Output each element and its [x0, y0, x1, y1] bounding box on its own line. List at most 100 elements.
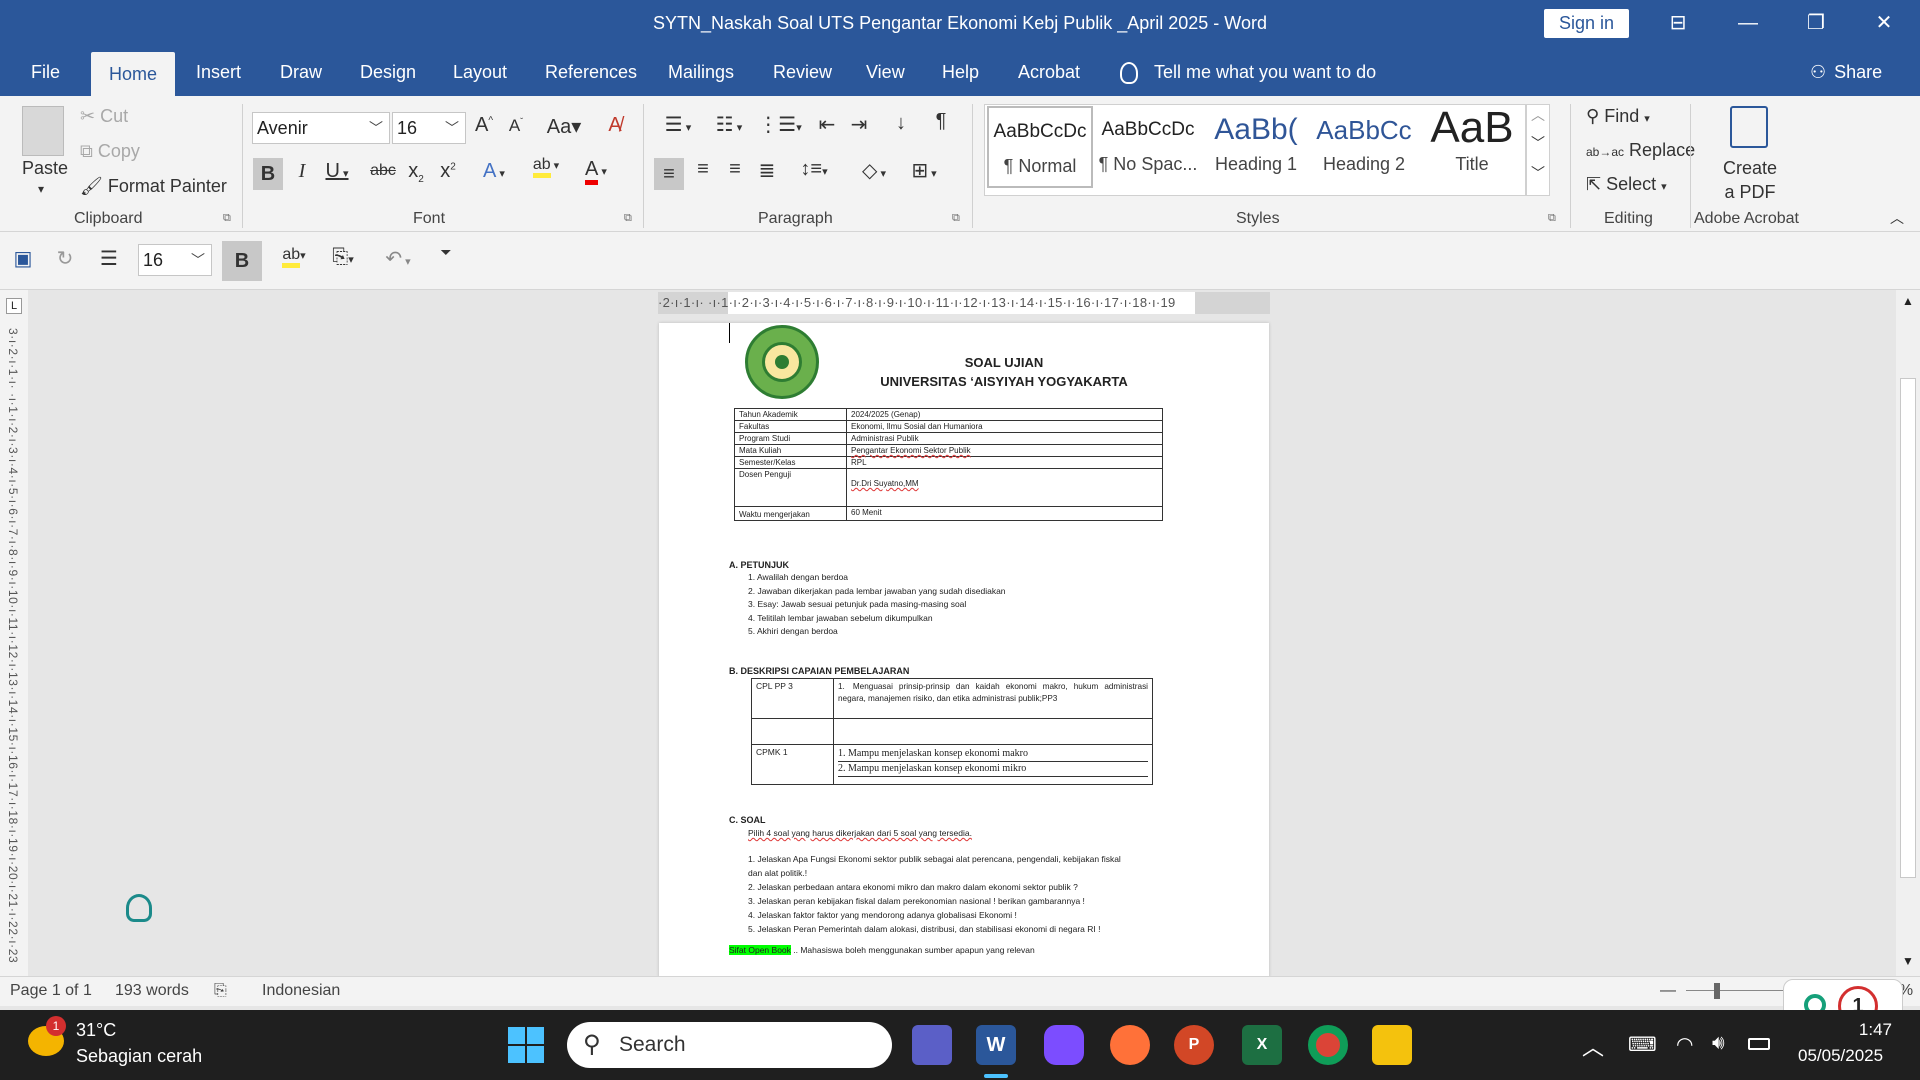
scroll-down-icon[interactable]: ▼	[1902, 954, 1914, 968]
excel-icon[interactable]: X	[1242, 1025, 1282, 1065]
find-button[interactable]: ⚲ Find ▾	[1586, 106, 1650, 127]
select-button[interactable]: ⇱ Select ▾	[1586, 174, 1667, 195]
font-launcher-icon[interactable]: ⧉	[624, 212, 632, 225]
teams-icon[interactable]	[912, 1025, 952, 1065]
format-painter-button[interactable]: 🖌 Format Painter	[80, 176, 227, 197]
shading-icon[interactable]: ◇ ▾	[852, 158, 896, 183]
tab-layout[interactable]: Layout	[453, 48, 507, 96]
firefox-icon[interactable]	[1110, 1025, 1150, 1065]
clipboard-launcher-icon[interactable]: ⧉	[223, 212, 231, 225]
create-pdf-icon[interactable]	[1730, 106, 1768, 148]
copilot-icon[interactable]	[1044, 1025, 1084, 1065]
style-heading-1[interactable]: AaBb(Heading 1	[1203, 106, 1309, 188]
clock-date[interactable]: 05/05/2025	[1798, 1046, 1883, 1066]
qat-bold-button[interactable]: B	[222, 241, 262, 281]
style-title[interactable]: AaB Title	[1419, 106, 1525, 188]
chevron-up-icon[interactable]: ︿	[1582, 1030, 1604, 1062]
align-right-button[interactable]: ≡	[722, 158, 748, 181]
powerpoint-icon[interactable]: P	[1174, 1025, 1214, 1065]
grow-font-icon[interactable]: A^	[472, 114, 496, 137]
windows-start-icon[interactable]	[508, 1027, 544, 1063]
shrink-font-icon[interactable]: Aˇ	[504, 116, 528, 136]
tab-insert[interactable]: Insert	[196, 48, 241, 96]
italic-button[interactable]: I	[290, 160, 314, 183]
tab-review[interactable]: Review	[773, 48, 832, 96]
tab-references[interactable]: References	[545, 48, 637, 96]
bullets-icon[interactable]: ☰ ▾	[656, 112, 700, 137]
change-case-icon[interactable]: Aa▾	[544, 114, 584, 139]
paste-dropdown-icon[interactable]: ▾	[38, 182, 44, 196]
style-normal[interactable]: AaBbCcDc ¶ Normal	[987, 106, 1093, 188]
replace-button[interactable]: ab→ac Replace	[1586, 140, 1695, 161]
style-no-spacing[interactable]: AaBbCcDc ¶ No Spac...	[1095, 106, 1201, 188]
proofing-icon[interactable]: ⎘	[214, 982, 227, 1000]
strikethrough-button[interactable]: abc	[368, 162, 398, 180]
paste-icon[interactable]	[22, 106, 64, 156]
wifi-icon[interactable]: ◠	[1676, 1032, 1693, 1057]
chevron-down-icon[interactable]: ﹀	[1531, 133, 1545, 153]
weather-desc[interactable]: Sebagian cerah	[76, 1046, 202, 1067]
zoom-out-icon[interactable]: —	[1660, 982, 1676, 1000]
align-left-button[interactable]: ≡	[654, 158, 684, 190]
battery-icon[interactable]	[1748, 1038, 1770, 1050]
style-heading-2[interactable]: AaBbCc Heading 2	[1311, 106, 1417, 188]
tab-selector-icon[interactable]: L	[6, 298, 22, 314]
sort-icon[interactable]: ↓	[888, 112, 914, 135]
tab-help[interactable]: Help	[942, 48, 979, 96]
line-spacing-icon[interactable]: ↕≡▾	[792, 158, 836, 181]
save-icon[interactable]: ▣	[12, 246, 34, 271]
subscript-button[interactable]: x2	[404, 160, 428, 185]
increase-indent-icon[interactable]: ⇥	[846, 112, 872, 137]
bold-button[interactable]: B	[253, 158, 283, 190]
document-page[interactable]: SOAL UJIAN UNIVERSITAS ‘AISYIYAH YOGYAKA…	[659, 323, 1269, 978]
multilevel-list-icon[interactable]: ⋮☰▾	[758, 112, 802, 137]
tab-acrobat[interactable]: Acrobat	[1018, 48, 1080, 96]
font-color-icon[interactable]: A ▾	[576, 158, 616, 185]
zoom-slider[interactable]	[1686, 990, 1786, 991]
clock-time[interactable]: 1:47	[1830, 1020, 1892, 1040]
undo-icon[interactable]: ↶ ▾	[378, 246, 418, 271]
text-effects-icon[interactable]: A ▾	[476, 160, 512, 183]
word-count[interactable]: 193 words	[115, 982, 189, 1000]
paste-button[interactable]: Paste	[22, 158, 68, 179]
qat-font-size-combo[interactable]: 16 ﹀	[138, 244, 212, 276]
decrease-indent-icon[interactable]: ⇤	[814, 112, 840, 137]
volume-icon[interactable]: 🔊︎	[1712, 1032, 1725, 1055]
paragraph-launcher-icon[interactable]: ⧉	[952, 212, 960, 225]
superscript-button[interactable]: x2	[436, 160, 460, 183]
zoom-slider-thumb[interactable]	[1714, 983, 1720, 999]
taskbar-search[interactable]: ⚲ Search	[567, 1022, 892, 1068]
scroll-up-icon[interactable]: ▲	[1902, 294, 1914, 308]
justify-button[interactable]: ≣	[754, 158, 780, 183]
tab-home[interactable]: Home	[91, 52, 176, 96]
vertical-scrollbar[interactable]: ▲ ▼	[1896, 290, 1920, 976]
styles-launcher-icon[interactable]: ⧉	[1548, 212, 1556, 225]
fingerprint-icon[interactable]	[126, 894, 152, 922]
chevron-up-icon[interactable]: ︿	[1531, 105, 1545, 125]
qat-page-break-icon[interactable]: ⎘▾	[322, 246, 364, 269]
tab-draw[interactable]: Draw	[280, 48, 322, 96]
qat-highlight-icon[interactable]: ab▾	[272, 246, 316, 268]
font-name-combo[interactable]: Avenir ﹀	[252, 112, 390, 144]
redo-icon[interactable]: ↻	[54, 246, 76, 271]
share-button[interactable]: ⚇ Share	[1810, 48, 1882, 96]
font-size-combo[interactable]: 16 ﹀	[392, 112, 466, 144]
align-center-button[interactable]: ≡	[690, 158, 716, 181]
clear-formatting-icon[interactable]: A̸	[603, 114, 627, 137]
sign-in-button[interactable]: Sign in	[1544, 9, 1629, 38]
keyboard-icon[interactable]: ⌨	[1628, 1032, 1657, 1057]
collapse-ribbon-icon[interactable]: ︿	[1890, 208, 1904, 228]
chrome-icon[interactable]	[1308, 1025, 1348, 1065]
restore-button[interactable]: ❐	[1786, 0, 1846, 48]
lines-icon[interactable]: ☰	[98, 246, 120, 271]
tab-file[interactable]: File	[31, 48, 60, 96]
ribbon-display-options-icon[interactable]: ⊟	[1648, 0, 1708, 48]
weather-temp[interactable]: 31°C	[76, 1020, 116, 1041]
word-taskbar-icon[interactable]: W	[976, 1025, 1016, 1065]
tell-me-search[interactable]: Tell me what you want to do	[1120, 48, 1376, 96]
tab-design[interactable]: Design	[360, 48, 416, 96]
customize-qat-icon[interactable]: ⏷	[436, 244, 456, 261]
borders-icon[interactable]: ⊞ ▾	[902, 158, 946, 183]
page-count[interactable]: Page 1 of 1	[10, 982, 92, 1000]
highlight-color-icon[interactable]: ab ▾	[524, 156, 568, 178]
